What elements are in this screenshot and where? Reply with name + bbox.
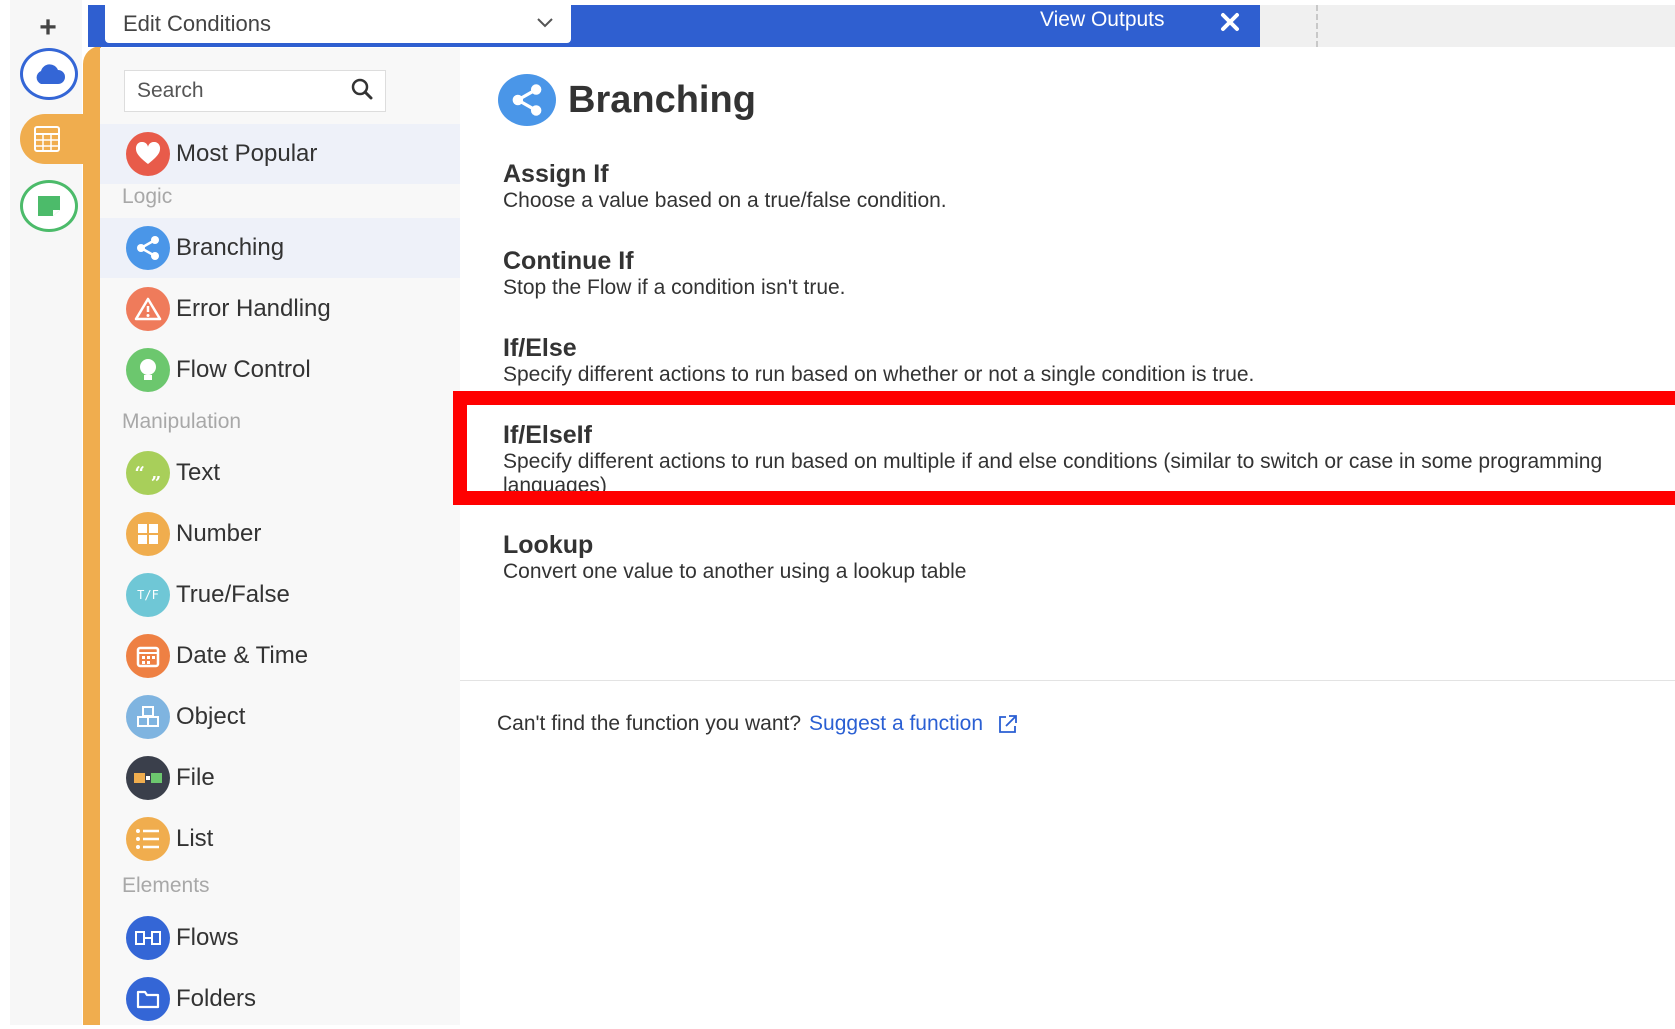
cloud-icon[interactable] <box>20 48 78 100</box>
function-item-lookup[interactable]: Lookup Convert one value to another usin… <box>503 530 1663 584</box>
condition-select-label: Edit Conditions <box>123 11 271 36</box>
list-icon <box>126 817 170 861</box>
footer-text: Can't find the function you want? <box>497 712 802 735</box>
sidebar-item-file[interactable]: File <box>100 748 460 808</box>
suggest-function-link[interactable]: Suggest a function <box>809 712 983 736</box>
quote-icon: “ „ <box>126 451 170 495</box>
flow-icon <box>126 916 170 960</box>
sidebar-item-branching[interactable]: Branching <box>100 218 460 278</box>
sidebar-item-label: True/False <box>176 581 290 608</box>
sidebar-item-flows[interactable]: Flows <box>100 908 460 968</box>
sidebar-item-folders[interactable]: Folders <box>100 969 460 1029</box>
function-description: Convert one value to another using a loo… <box>503 560 967 583</box>
sidebar-item-label: Branching <box>176 234 285 261</box>
sidebar-item-most-popular[interactable]: Most Popular <box>100 124 460 184</box>
sidebar-item-list[interactable]: List <box>100 809 460 869</box>
section-manipulation: Manipulation <box>122 410 242 433</box>
function-description: Choose a value based on a true/false con… <box>503 189 947 212</box>
sidebar-item-label: Text <box>176 459 221 486</box>
true-false-icon: T/F <box>126 573 170 617</box>
calculator-icon <box>126 512 170 556</box>
function-name: Continue If <box>503 247 634 275</box>
sidebar-item-date-time[interactable]: Date & Time <box>100 626 460 686</box>
sidebar-item-label: File <box>176 764 215 791</box>
page-header: Branching <box>498 74 756 126</box>
highlight-box <box>453 391 1675 505</box>
sidebar-item-true-false[interactable]: T/F True/False <box>100 565 460 625</box>
function-item-if-else[interactable]: If/Else Specify different actions to run… <box>503 333 1663 387</box>
sidebar-item-label: Folders <box>176 985 257 1012</box>
function-item-continue-if[interactable]: Continue If Stop the Flow if a condition… <box>503 246 1663 300</box>
function-name: If/Else <box>503 334 577 362</box>
share-icon <box>126 226 170 270</box>
page-title: Branching <box>568 78 756 121</box>
search-placeholder: Search <box>137 79 204 102</box>
function-name: Assign If <box>503 160 609 188</box>
function-description: Specify different actions to run based o… <box>503 363 1255 386</box>
folder-icon <box>126 977 170 1021</box>
external-link-icon[interactable] <box>997 713 1019 735</box>
divider <box>1316 5 1318 47</box>
active-panel-strip <box>83 46 101 1025</box>
divider <box>460 680 1675 681</box>
sidebar-item-label: Object <box>176 703 246 730</box>
sidebar-item-label: Flow Control <box>176 356 311 383</box>
sidebar-item-label: Number <box>176 520 262 547</box>
footer: Can't find the function you want? Sugges… <box>497 712 1019 736</box>
sidebar-item-number[interactable]: Number <box>100 504 460 564</box>
sidebar-item-object[interactable]: Object <box>100 687 460 747</box>
condition-select[interactable]: Edit Conditions <box>105 5 571 43</box>
warning-icon <box>126 287 170 331</box>
top-bar-extension <box>1260 5 1675 47</box>
chevron-down-icon <box>537 15 553 33</box>
sidebar-item-label: Error Handling <box>176 295 331 322</box>
share-icon <box>498 74 556 126</box>
file-icon <box>126 756 170 800</box>
sidebar-item-label: Flows <box>176 924 239 951</box>
section-elements: Elements <box>122 874 210 897</box>
calendar-icon <box>126 634 170 678</box>
lightbulb-icon <box>126 348 170 392</box>
sidebar-item-label: Date & Time <box>176 642 309 669</box>
sidebar-item-label: Most Popular <box>176 140 318 167</box>
sidebar-item-label: List <box>176 825 214 852</box>
close-icon[interactable] <box>1215 6 1245 38</box>
sidebar-item-flow-control[interactable]: Flow Control <box>100 340 460 400</box>
section-logic: Logic <box>122 185 173 208</box>
search-icon[interactable] <box>351 78 373 105</box>
search-input[interactable]: Search <box>124 70 386 112</box>
sidebar-item-error-handling[interactable]: Error Handling <box>100 279 460 339</box>
function-item-assign-if[interactable]: Assign If Choose a value based on a true… <box>503 159 1663 213</box>
calculator-icon[interactable] <box>20 114 92 164</box>
view-outputs-button[interactable]: View Outputs <box>1040 8 1165 32</box>
heart-icon <box>126 132 170 176</box>
function-description: Stop the Flow if a condition isn't true. <box>503 276 846 299</box>
function-name: Lookup <box>503 531 594 559</box>
note-icon[interactable] <box>20 180 78 232</box>
cube-icon <box>126 695 170 739</box>
sidebar-item-text[interactable]: “ „ Text <box>100 443 460 503</box>
add-icon[interactable]: + <box>24 10 72 46</box>
